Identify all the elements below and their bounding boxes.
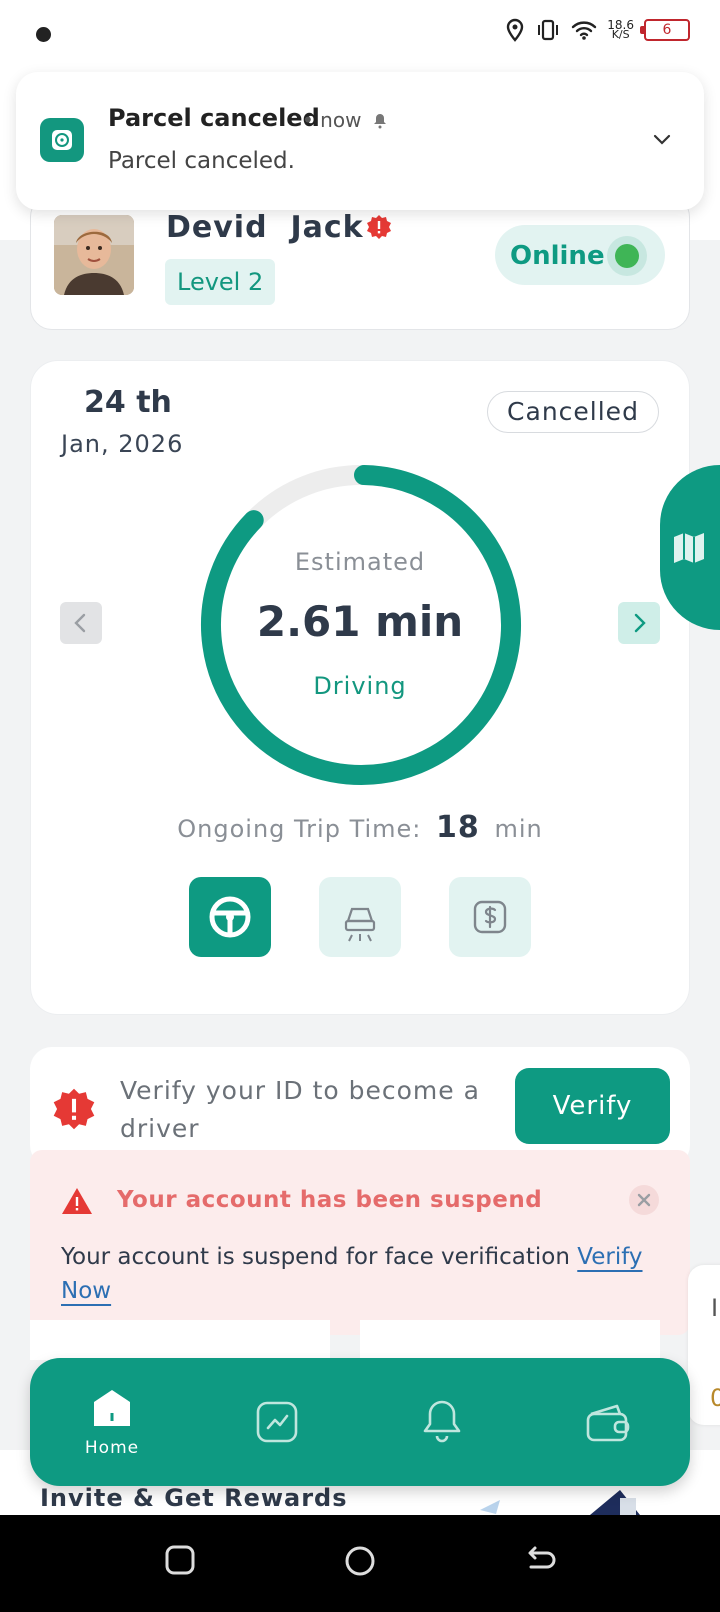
system-navigation-bar [0, 1515, 720, 1612]
notification-time: • now [302, 108, 388, 132]
alert-badge-icon [53, 1088, 95, 1130]
chevron-down-icon[interactable] [652, 130, 672, 150]
car-road-icon [344, 907, 376, 942]
close-banner-button[interactable] [629, 1185, 659, 1215]
status-icons: 18.6 K/S 6 [505, 18, 690, 42]
push-notification[interactable] [16, 72, 704, 210]
chart-icon [256, 1401, 298, 1443]
suspended-message: Your account is suspend for face verific… [61, 1240, 661, 1308]
battery-indicator: 6 [640, 19, 690, 41]
estimated-label: Estimated [294, 548, 426, 576]
ongoing-trip-time: Ongoing Trip Time: 18 min [0, 810, 720, 845]
megaphone-illustration [480, 1490, 640, 1515]
warning-icon [62, 1188, 92, 1214]
driver-name: Devid Jack [166, 210, 364, 245]
ongoing-trip-value: 18 [436, 810, 480, 845]
map-icon [674, 533, 704, 563]
nav-wallet[interactable] [585, 1402, 631, 1448]
unverified-badge-icon[interactable] [366, 214, 392, 240]
bell-icon [373, 114, 386, 129]
location-icon [507, 18, 524, 42]
recents-icon[interactable] [165, 1545, 195, 1575]
driving-mode-button[interactable] [189, 877, 271, 957]
suspended-title: Your account has been suspend [117, 1187, 543, 1213]
car-trips-button[interactable] [319, 877, 401, 957]
verify-id-message: Verify your ID to become a driver [120, 1076, 480, 1143]
network-speed-unit: K/S [611, 28, 630, 41]
online-status-label: Online [510, 241, 605, 271]
trip-status-badge: Cancelled [487, 391, 659, 433]
online-status-dot [615, 244, 639, 268]
offscreen-card-value: 0 [710, 1384, 720, 1412]
bell-icon [423, 1400, 461, 1443]
trip-month-year: Jan, 2026 [61, 430, 184, 458]
ongoing-trip-label: Ongoing Trip Time: [177, 815, 422, 843]
earnings-button[interactable] [449, 877, 531, 957]
steering-wheel-icon [209, 896, 251, 938]
stat-card [30, 1320, 330, 1360]
steering-wheel-icon [52, 130, 72, 150]
nav-home[interactable] [90, 1388, 134, 1432]
nav-activity[interactable] [255, 1400, 299, 1448]
app-indicator-icon [36, 27, 51, 42]
chevron-left-icon [74, 613, 86, 633]
home-icon [94, 1390, 130, 1426]
notification-body: Parcel canceled. [108, 148, 295, 174]
notification-app-icon [40, 118, 84, 162]
travel-mode-label: Driving [313, 672, 407, 700]
previous-trip-button[interactable] [60, 602, 102, 644]
stat-card [360, 1320, 660, 1360]
back-icon[interactable] [525, 1545, 557, 1575]
home-circle-icon[interactable] [344, 1545, 376, 1577]
ongoing-trip-unit: min [494, 815, 543, 843]
avatar[interactable] [54, 215, 134, 295]
nav-notifications[interactable] [420, 1398, 464, 1448]
avatar-photo [54, 215, 134, 295]
next-trip-button[interactable] [618, 602, 660, 644]
close-icon [637, 1193, 651, 1207]
nav-home-label[interactable]: Home [80, 1438, 144, 1458]
wallet-icon [586, 1404, 630, 1442]
dollar-icon [473, 900, 507, 934]
trip-day: 24 th [84, 385, 172, 420]
suspended-message-text: Your account is suspend for face verific… [61, 1244, 578, 1270]
offscreen-card-text: I [711, 1294, 719, 1322]
vibrate-icon [538, 19, 559, 41]
invite-title[interactable]: Invite & Get Rewards [40, 1484, 348, 1512]
chevron-right-icon [634, 613, 646, 633]
estimated-time: 2.61 min [256, 597, 464, 646]
wifi-icon [572, 21, 597, 40]
map-tab-button[interactable] [660, 465, 720, 630]
notification-time-text: • now [302, 108, 362, 132]
verify-button[interactable]: Verify [515, 1068, 670, 1144]
level-badge: Level 2 [165, 259, 276, 305]
notification-title: Parcel canceled [108, 104, 320, 132]
network-speed: 18.6 K/S [607, 19, 634, 41]
